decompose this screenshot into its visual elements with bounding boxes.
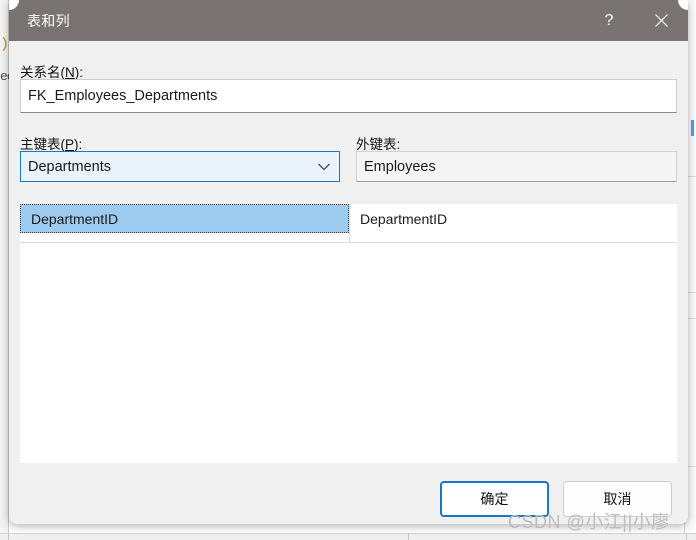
background-status-divider — [8, 533, 9, 540]
column-mapping-grid[interactable]: DepartmentID DepartmentID — [20, 204, 677, 463]
background-status-divider — [686, 533, 687, 540]
relation-name-input[interactable]: FK_Employees_Departments — [20, 79, 677, 113]
grid-cell-primary-column[interactable] — [20, 233, 349, 243]
dialog-title: 表和列 — [27, 13, 70, 29]
grid-cell-primary-column[interactable]: DepartmentID — [20, 204, 349, 233]
grid-cell-foreign-column[interactable] — [350, 233, 677, 243]
background-code-fragment-paren: ) — [0, 36, 9, 53]
dialog-body: 关系名(N): FK_Employees_Departments 主键表(P):… — [9, 41, 688, 524]
primary-key-table-value: Departments — [28, 158, 112, 175]
screen-root: ) ee 表和列 ? 关系名(N): FK_Employees_Departme… — [0, 0, 696, 540]
question-mark-icon: ? — [604, 11, 614, 29]
foreign-key-table-label: 外键表: — [356, 137, 401, 152]
relation-name-label: 关系名(N): — [20, 65, 83, 80]
primary-key-table-select[interactable]: Departments — [20, 151, 340, 182]
grid-cell-text: DepartmentID — [31, 210, 119, 227]
tables-and-columns-dialog: 表和列 ? 关系名(N): FK_Employees_Departments 主… — [9, 0, 688, 524]
chevron-down-icon[interactable] — [317, 162, 331, 171]
close-button[interactable] — [638, 0, 684, 41]
titlebar-corner-left — [9, 0, 19, 10]
cancel-button[interactable]: 取消 — [563, 481, 672, 517]
table-row[interactable] — [20, 233, 677, 243]
help-button[interactable]: ? — [586, 0, 632, 41]
background-status-divider — [408, 533, 409, 540]
foreign-key-table-value: Employees — [364, 158, 436, 175]
ok-button[interactable]: 确定 — [440, 481, 549, 517]
background-scrollbar-marker — [691, 120, 694, 136]
dialog-titlebar[interactable]: 表和列 ? — [9, 0, 688, 41]
relation-name-value: FK_Employees_Departments — [28, 88, 218, 104]
grid-cell-text: DepartmentID — [360, 210, 448, 227]
primary-key-table-label: 主键表(P): — [20, 137, 83, 152]
table-row[interactable]: DepartmentID DepartmentID — [20, 204, 677, 233]
foreign-key-table-field: Employees — [356, 151, 677, 182]
close-icon — [654, 13, 669, 28]
background-status-strip — [0, 533, 696, 540]
grid-cell-foreign-column[interactable]: DepartmentID — [350, 204, 677, 233]
